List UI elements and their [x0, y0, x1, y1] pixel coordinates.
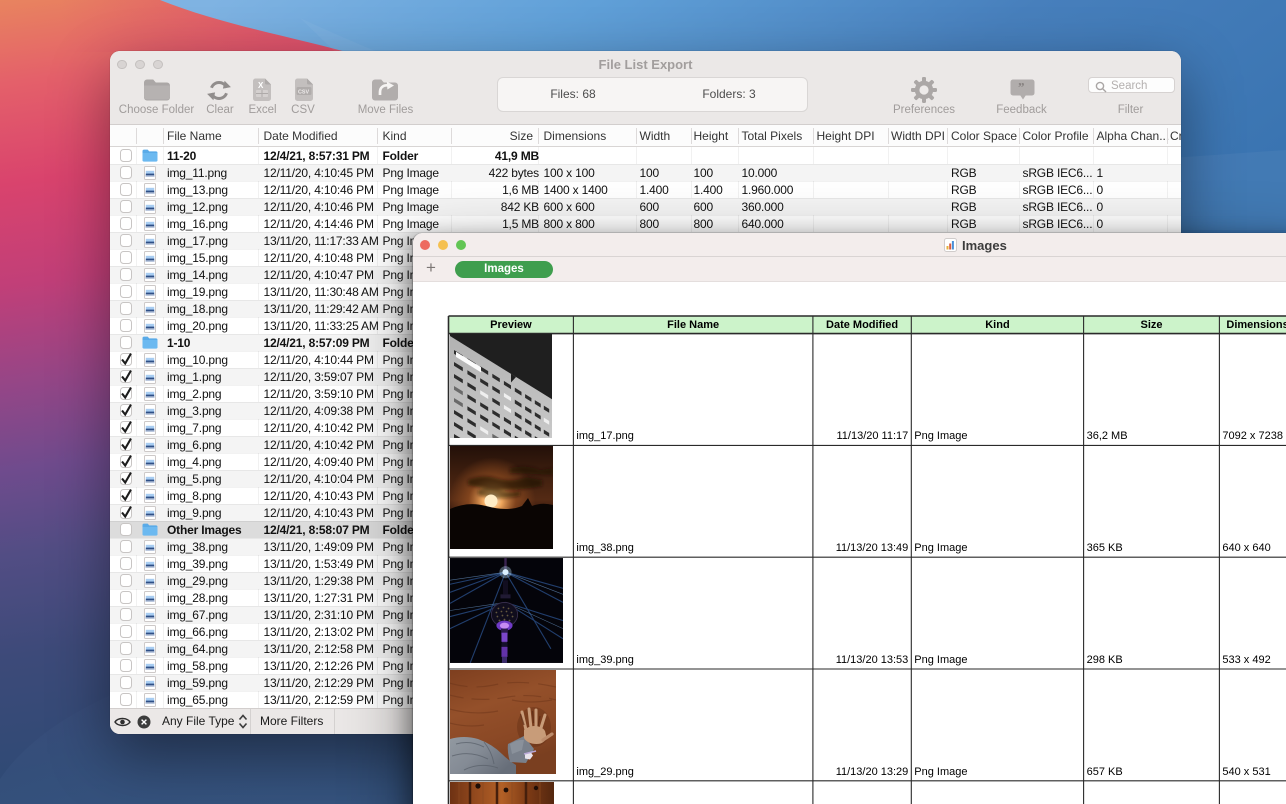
- svg-text:CSV: CSV: [298, 89, 309, 95]
- svg-text:X: X: [258, 81, 264, 90]
- svg-text:”: ”: [1018, 80, 1025, 95]
